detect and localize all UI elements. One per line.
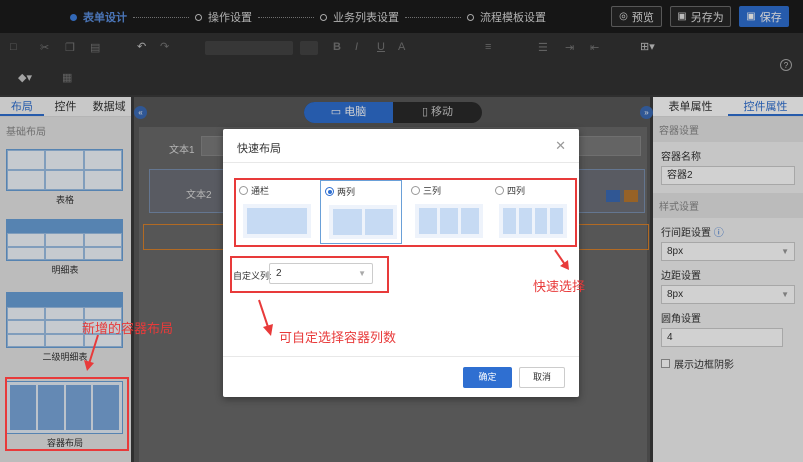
annotation-arrow-icon (258, 299, 273, 336)
tab-form-properties[interactable]: 表单属性 (653, 97, 728, 116)
save-icon: ▣ (746, 11, 756, 22)
step-dot-icon (70, 13, 77, 21)
collapse-left-icon[interactable]: « (134, 106, 147, 119)
font-color-icon[interactable]: A (398, 41, 405, 53)
step-dot-icon (467, 13, 474, 21)
save-as-icon: ▣ (677, 11, 687, 22)
step-nav: 表单设计 操作设置 业务列表设置 流程模板设置 (70, 10, 546, 24)
container-layout-highlight (5, 377, 129, 451)
mobile-icon: ▯ (421, 106, 432, 118)
row-gap-label: 行间距设置 ⓘ (661, 228, 724, 239)
tab-desktop[interactable]: ▭ 电脑 (304, 102, 393, 123)
field-list-icon[interactable] (606, 190, 620, 202)
italic-icon[interactable]: I (355, 41, 358, 53)
section-container-settings: 容器设置 (653, 117, 803, 142)
container-name-input[interactable]: 容器2 (661, 166, 795, 185)
preview-icon: ◎ (619, 11, 628, 22)
redo-icon[interactable]: ↷ (160, 40, 169, 53)
right-panel: 表单属性 控件属性 容器设置 容器名称 容器2 样式设置 行间距设置 ⓘ 8px… (653, 97, 803, 462)
radius-input[interactable]: 4 (661, 328, 783, 347)
underline-icon[interactable]: U (377, 41, 385, 53)
annotation-quick-select: 快速选择 (533, 279, 586, 294)
font-family-select[interactable] (205, 41, 293, 55)
font-size-select[interactable] (300, 41, 318, 55)
outdent-icon[interactable]: ⇤ (590, 41, 599, 54)
paste-icon[interactable]: ▤ (90, 41, 100, 54)
margin-select[interactable]: 8px ▼ (661, 285, 795, 304)
step-dot-icon (320, 13, 327, 21)
step-workflow-settings[interactable]: 流程模板设置 (467, 9, 546, 25)
step-list-settings[interactable]: 业务列表设置 (320, 9, 399, 25)
undo-icon[interactable]: ↶ (137, 40, 146, 53)
tab-controls[interactable]: 控件 (44, 97, 88, 116)
editor-toolbar: □ ✂ ❐ ▤ ↶ ↷ B I U A ≡ ☰ ⇥ ⇤ ⊞▾ ◆▾ ▦ ? (0, 33, 803, 95)
right-tabs: 表单属性 控件属性 (653, 97, 803, 117)
step-divider (133, 16, 189, 18)
help-icon[interactable]: ? (780, 59, 792, 71)
collapse-right-icon[interactable]: » (640, 106, 653, 119)
format-icon[interactable]: □ (10, 41, 17, 53)
tab-layout[interactable]: 布局 (0, 97, 44, 116)
bold-icon[interactable]: B (333, 41, 341, 53)
section-style-settings: 样式设置 (653, 193, 803, 218)
step-operation-settings[interactable]: 操作设置 (195, 9, 252, 25)
layout-item-table[interactable]: 表格 (6, 149, 124, 206)
dialog-header: 快速布局 ✕ (223, 129, 579, 163)
help-circle-icon: ⓘ (713, 228, 724, 239)
step-dot-icon (195, 13, 202, 21)
left-tabs: 布局 控件 数据域 (0, 97, 131, 117)
checkbox-icon (661, 359, 670, 368)
custom-columns-highlight (230, 256, 389, 293)
row-gap-select[interactable]: 8px ▼ (661, 242, 795, 261)
confirm-button[interactable]: 确定 (463, 367, 512, 388)
border-icon[interactable]: ▦ (62, 71, 72, 84)
quick-select-highlight (234, 178, 577, 247)
table-preview (6, 149, 123, 191)
dialog-footer: 确定 取消 (223, 356, 579, 397)
fill-color-icon[interactable]: ◆▾ (18, 71, 32, 84)
close-icon[interactable]: ✕ (555, 138, 566, 154)
desktop-icon: ▭ (330, 106, 345, 118)
margin-label: 边距设置 (661, 271, 701, 282)
cut-icon[interactable]: ✂ (40, 41, 49, 54)
align-icon[interactable]: ≡ (485, 41, 491, 53)
step-form-design[interactable]: 表单设计 (70, 9, 127, 25)
save-as-button[interactable]: ▣ 另存为 (670, 6, 731, 27)
copy-icon[interactable]: ❐ (65, 41, 75, 54)
section-basic-layout: 基础布局 (6, 127, 46, 138)
chevron-down-icon: ▼ (781, 290, 789, 299)
tab-control-properties[interactable]: 控件属性 (728, 97, 803, 116)
device-switcher: ▭ 电脑 ▯ 移动 (304, 102, 482, 123)
preview-button[interactable]: ◎ 预览 (611, 6, 662, 27)
tab-data-domain[interactable]: 数据域 (87, 97, 131, 116)
chevron-down-icon: ▼ (781, 247, 789, 256)
indent-icon[interactable]: ⇥ (565, 41, 574, 54)
save-button[interactable]: ▣ 保存 (739, 6, 789, 27)
cancel-button[interactable]: 取消 (519, 367, 565, 388)
step-divider (405, 16, 461, 18)
annotation-arrow-icon (554, 249, 569, 270)
tab-mobile[interactable]: ▯ 移动 (393, 102, 482, 123)
container-name-label: 容器名称 (661, 152, 701, 163)
shadow-checkbox[interactable]: 展示边框阴影 (653, 347, 803, 380)
list-icon[interactable]: ☰ (538, 41, 548, 54)
dialog-title: 快速布局 (237, 143, 281, 155)
radius-label: 圆角设置 (661, 314, 701, 325)
detail-table-preview (6, 219, 123, 261)
layout-item-detail-table[interactable]: 明细表 (6, 219, 124, 276)
field-delete-icon[interactable] (624, 190, 638, 202)
step-divider (258, 16, 314, 18)
annotation-custom-columns: 可自定选择容器列数 (279, 330, 397, 345)
table-insert-icon[interactable]: ⊞▾ (640, 40, 655, 53)
annotation-arrow-icon (84, 334, 99, 371)
top-bar: 表单设计 操作设置 业务列表设置 流程模板设置 ◎ 预览 ▣ 另存为 ▣ 保存 (0, 0, 803, 33)
